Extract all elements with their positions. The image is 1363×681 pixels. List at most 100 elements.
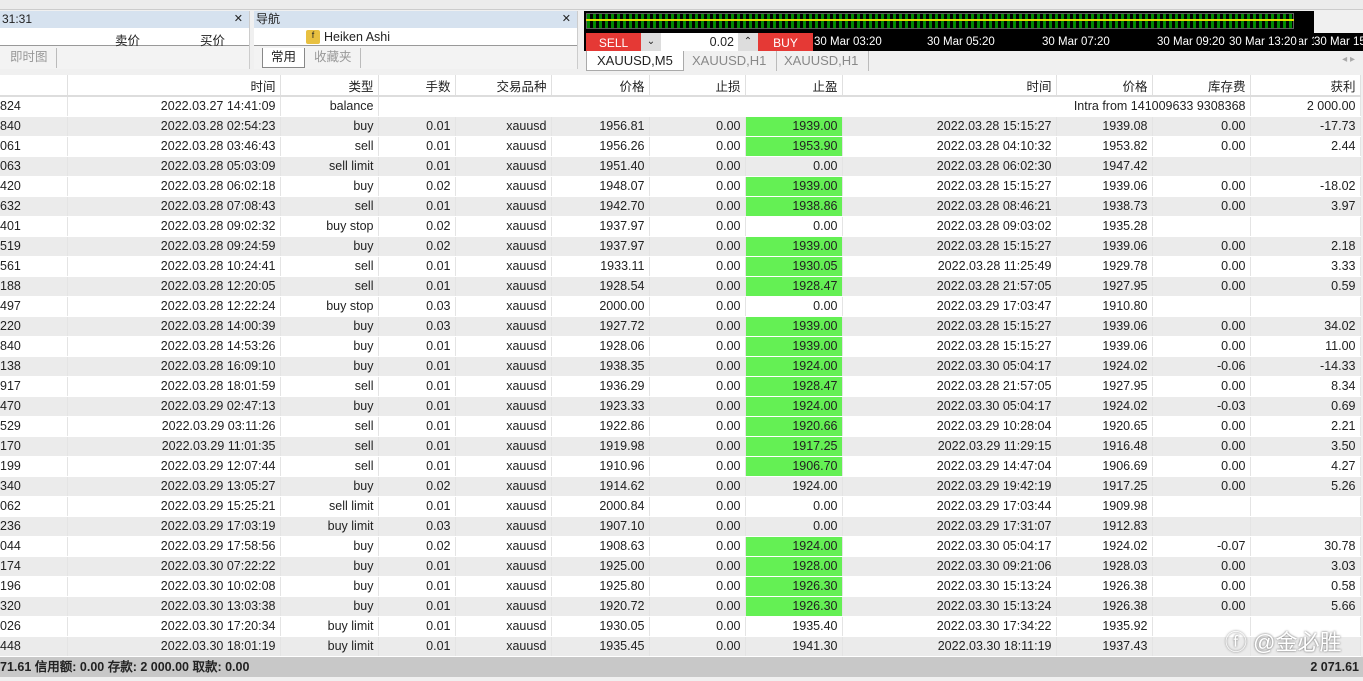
table-row[interactable]: 196 2022.03.30 10:02:08 buy 0.01 xauusd 1925.… — [0, 576, 1361, 597]
table-row[interactable]: 519 2022.03.28 09:24:59 buy 0.02 xauusd 1937.… — [0, 236, 1361, 257]
swap: 0.00 — [1152, 456, 1251, 477]
table-row[interactable]: 026 2022.03.30 17:20:34 buy limit 0.01 xauus… — [0, 616, 1361, 637]
navigator-item[interactable]: Heiken Ashi — [324, 30, 390, 44]
lot-increase-button[interactable]: ⌃ — [738, 33, 758, 51]
chart-tab[interactable]: XAUUSD,H1 — [682, 51, 778, 71]
open-time: 2022.03.30 13:03:38 — [67, 596, 281, 617]
stop-loss: 0.00 — [649, 636, 746, 657]
close-time: 2022.03.28 04:10:32 — [842, 136, 1057, 157]
column-header-volume[interactable]: 手数 — [378, 75, 456, 97]
lot-input[interactable]: 0.02 — [661, 33, 738, 51]
column-header-order-id[interactable] — [0, 75, 68, 97]
table-row[interactable]: 632 2022.03.28 07:08:43 sell 0.01 xauusd 1942… — [0, 196, 1361, 217]
symbol: xauusd — [455, 276, 552, 297]
volume: 0.01 — [378, 276, 456, 297]
close-price: 1937.43 — [1056, 636, 1153, 657]
open-time: 2022.03.30 18:01:19 — [67, 636, 281, 657]
close-price: 1928.03 — [1056, 556, 1153, 577]
tab-tick-chart[interactable]: 即时图 — [2, 48, 57, 68]
open-price: 1956.26 — [551, 136, 650, 157]
open-price: 1951.40 — [551, 156, 650, 177]
take-profit: 1924.00 — [745, 536, 843, 557]
table-row[interactable]: 320 2022.03.30 13:03:38 buy 0.01 xauusd 1920.… — [0, 596, 1361, 617]
table-row[interactable]: 063 2022.03.28 05:03:09 sell limit 0.01 xauu… — [0, 156, 1361, 177]
order-id: 061 — [0, 136, 68, 157]
take-profit: 0.00 — [745, 516, 843, 537]
table-row[interactable]: 044 2022.03.29 17:58:56 buy 0.02 xauusd 1908.… — [0, 536, 1361, 557]
buy-button[interactable]: BUY — [758, 33, 813, 51]
table-row[interactable]: 220 2022.03.28 14:00:39 buy 0.03 xauusd 1927.… — [0, 316, 1361, 337]
table-row[interactable]: 840 2022.03.28 02:54:23 buy 0.01 xauusd 1956.… — [0, 116, 1361, 137]
tab-favorites[interactable]: 收藏夹 — [306, 48, 361, 68]
symbol: xauusd — [455, 396, 552, 417]
column-header-profit[interactable]: 获利 — [1250, 75, 1361, 97]
chart-tab[interactable]: XAUUSD,M5 — [586, 51, 684, 71]
tab-common[interactable]: 常用 — [262, 48, 306, 68]
open-price: 1925.00 — [551, 556, 650, 577]
price-chart[interactable]: SELL ⌄ 0.02 ⌃ BUY 30 Mar 03:20 30 Mar 05… — [584, 11, 1339, 51]
tab-scroll-arrows[interactable]: ◂ ▸ — [1342, 54, 1355, 65]
table-row[interactable]: 917 2022.03.28 18:01:59 sell 0.01 xauusd 1936… — [0, 376, 1361, 397]
column-header-close-price[interactable]: 价格 — [1056, 75, 1153, 97]
open-time: 2022.03.28 14:53:26 — [67, 336, 281, 357]
table-row[interactable]: 340 2022.03.29 13:05:27 buy 0.02 xauusd 1914.… — [0, 476, 1361, 497]
chart-tab[interactable]: XAUUSD,H1 — [774, 51, 870, 71]
close-time: 2022.03.29 17:03:44 — [842, 496, 1057, 517]
summary-bar: 71.61 信用额: 0.00 存款: 2 000.00 取款: 0.00 2 … — [0, 657, 1363, 677]
table-row[interactable]: 138 2022.03.28 16:09:10 buy 0.01 xauusd 1938.… — [0, 356, 1361, 377]
table-row[interactable]: 529 2022.03.29 03:11:26 sell 0.01 xauusd 1922… — [0, 416, 1361, 437]
profit: 30.78 — [1250, 536, 1361, 557]
table-row[interactable]: 174 2022.03.30 07:22:22 buy 0.01 xauusd 1925.… — [0, 556, 1361, 577]
close-price: 1926.38 — [1056, 596, 1153, 617]
table-row[interactable]: 448 2022.03.30 18:01:19 buy limit 0.01 xauus… — [0, 636, 1361, 657]
price-lines — [586, 13, 1294, 29]
column-header-stop-loss[interactable]: 止损 — [649, 75, 746, 97]
balance-row[interactable]: 824 2022.03.27 14:41:09 balance Intra fr… — [0, 96, 1361, 117]
symbol: xauusd — [455, 356, 552, 377]
swap: 0.00 — [1152, 116, 1251, 137]
table-row[interactable]: 170 2022.03.29 11:01:35 sell 0.01 xauusd 1919… — [0, 436, 1361, 457]
price-level-line — [586, 19, 1294, 21]
volume: 0.01 — [378, 376, 456, 397]
take-profit: 1939.00 — [745, 116, 843, 137]
volume: 0.01 — [378, 456, 456, 477]
open-time: 2022.03.28 09:24:59 — [67, 236, 281, 257]
table-row[interactable]: 199 2022.03.29 12:07:44 sell 0.01 xauusd 1910… — [0, 456, 1361, 477]
sell-button[interactable]: SELL — [586, 33, 641, 51]
lot-decrease-button[interactable]: ⌄ — [641, 33, 661, 51]
order-id: 497 — [0, 296, 68, 317]
open-time: 2022.03.28 05:03:09 — [67, 156, 281, 177]
table-row[interactable]: 236 2022.03.29 17:03:19 buy limit 0.03 xauus… — [0, 516, 1361, 537]
close-icon[interactable]: ✕ — [562, 11, 571, 28]
column-header-take-profit[interactable]: 止盈 — [745, 75, 843, 97]
column-header-swap[interactable]: 库存费 — [1152, 75, 1251, 97]
close-time: 2022.03.28 15:15:27 — [842, 316, 1057, 337]
stop-loss: 0.00 — [649, 236, 746, 257]
profit: 0.69 — [1250, 396, 1361, 417]
stop-loss: 0.00 — [649, 316, 746, 337]
symbol: xauusd — [455, 296, 552, 317]
close-price: 1906.69 — [1056, 456, 1153, 477]
open-price: 1930.05 — [551, 616, 650, 637]
table-row[interactable]: 061 2022.03.28 03:46:43 sell 0.01 xauusd 1956… — [0, 136, 1361, 157]
table-row[interactable]: 470 2022.03.29 02:47:13 buy 0.01 xauusd 1923.… — [0, 396, 1361, 417]
column-header-type[interactable]: 类型 — [280, 75, 379, 97]
column-header-symbol[interactable]: 交易品种 — [455, 75, 552, 97]
table-row[interactable]: 401 2022.03.28 09:02:32 buy stop 0.02 xauusd… — [0, 216, 1361, 237]
table-row[interactable]: 561 2022.03.28 10:24:41 sell 0.01 xauusd 1933… — [0, 256, 1361, 277]
table-row[interactable]: 497 2022.03.28 12:22:24 buy stop 0.03 xauusd… — [0, 296, 1361, 317]
indicator-icon: f — [306, 30, 320, 44]
close-icon[interactable]: ✕ — [234, 11, 243, 28]
close-time: 2022.03.29 11:29:15 — [842, 436, 1057, 457]
table-row[interactable]: 420 2022.03.28 06:02:18 buy 0.02 xauusd 1948.… — [0, 176, 1361, 197]
order-id: 632 — [0, 196, 68, 217]
profit — [1250, 156, 1361, 177]
table-row[interactable]: 062 2022.03.29 15:25:21 sell limit 0.01 xauu… — [0, 496, 1361, 517]
table-row[interactable]: 840 2022.03.28 14:53:26 buy 0.01 xauusd 1928.… — [0, 336, 1361, 357]
column-header-open-price[interactable]: 价格 — [551, 75, 650, 97]
profit: 3.33 — [1250, 256, 1361, 277]
column-header-open-time[interactable]: 时间 — [67, 75, 281, 97]
table-row[interactable]: 188 2022.03.28 12:20:05 sell 0.01 xauusd 1928… — [0, 276, 1361, 297]
stop-loss: 0.00 — [649, 296, 746, 317]
column-header-close-time[interactable]: 时间 — [842, 75, 1057, 97]
